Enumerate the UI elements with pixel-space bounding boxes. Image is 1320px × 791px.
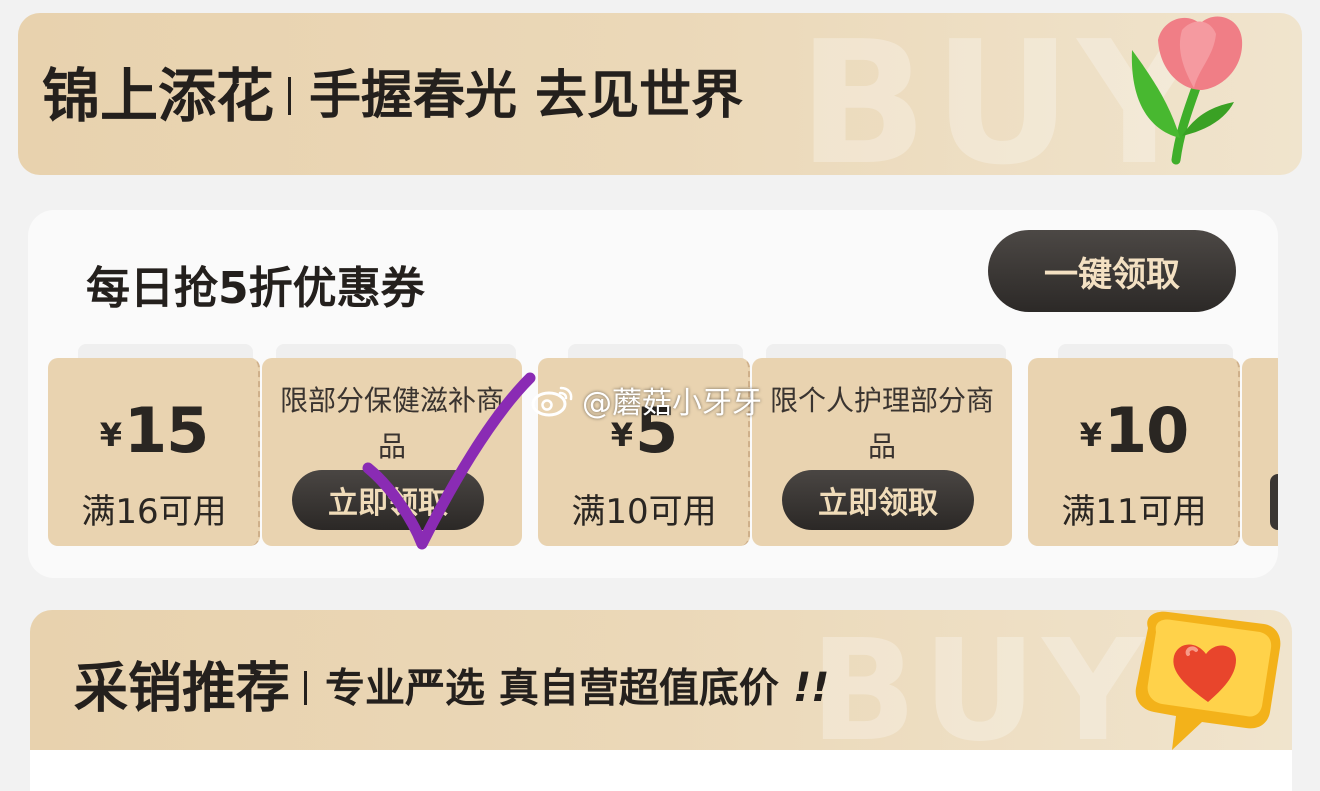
coupon-detail-area: 限个人护理部分商品 立即领取 <box>752 358 1012 546</box>
coupon-description: 限部分保健滋补商品 <box>279 384 504 463</box>
coupon-detail-area: 限部分保健滋补商品 立即领取 <box>262 358 522 546</box>
claim-coupon-button-partial[interactable] <box>1270 474 1278 530</box>
top-banner: BUY 锦上添花 手握春光 去见世界 <box>18 13 1302 175</box>
currency-symbol: ¥ <box>99 416 122 454</box>
banner-emphasis: !! <box>792 665 830 712</box>
title-divider <box>304 671 307 706</box>
title-divider <box>288 76 292 115</box>
coupon-condition: 满10可用 <box>571 492 717 532</box>
coupon-value-area: ¥10 满11可用 <box>1028 358 1240 546</box>
currency-symbol: ¥ <box>1079 416 1102 454</box>
coupon-condition: 满16可用 <box>81 492 227 532</box>
claim-coupon-button[interactable]: 立即领取 <box>782 470 974 530</box>
banner-watermark: BUY <box>810 610 1150 751</box>
weibo-icon <box>531 386 573 417</box>
coupon-amount-value: 10 <box>1103 394 1189 467</box>
heart-bubble-icon <box>1135 611 1281 750</box>
claim-all-button[interactable]: 一键领取 <box>988 230 1236 312</box>
coupon-amount: ¥15 <box>48 394 260 467</box>
coupon-condition: 满11可用 <box>1061 492 1207 532</box>
content-area <box>30 750 1292 791</box>
coupon-value-area: ¥15 满16可用 <box>48 358 260 546</box>
banner-subtitle: 专业严选 真自营超值底价 <box>325 665 779 712</box>
banner-title-main: 采销推荐 <box>74 656 290 720</box>
watermark-text: @蘑菇小牙牙 <box>582 386 762 421</box>
tulip-icon <box>1131 16 1243 165</box>
coupon-description: 限个人护理部分商品 <box>769 384 994 463</box>
coupon-amount: ¥10 <box>1028 394 1240 467</box>
banner-subtitle: 手握春光 去见世界 <box>309 65 744 126</box>
claim-coupon-button[interactable]: 立即领取 <box>292 470 484 530</box>
watermark: @蘑菇小牙牙 <box>530 378 762 422</box>
section-title: 每日抢5折优惠券 <box>86 263 425 314</box>
bottom-banner: BUY 采销推荐 专业严选 真自营超值底价!! <box>30 610 1292 750</box>
banner-title-main: 锦上添花 <box>42 61 275 130</box>
banner-title: 采销推荐 专业严选 真自营超值底价!! <box>74 658 829 715</box>
coupon-amount-value: 15 <box>123 394 209 467</box>
banner-title: 锦上添花 手握春光 去见世界 <box>42 63 743 125</box>
